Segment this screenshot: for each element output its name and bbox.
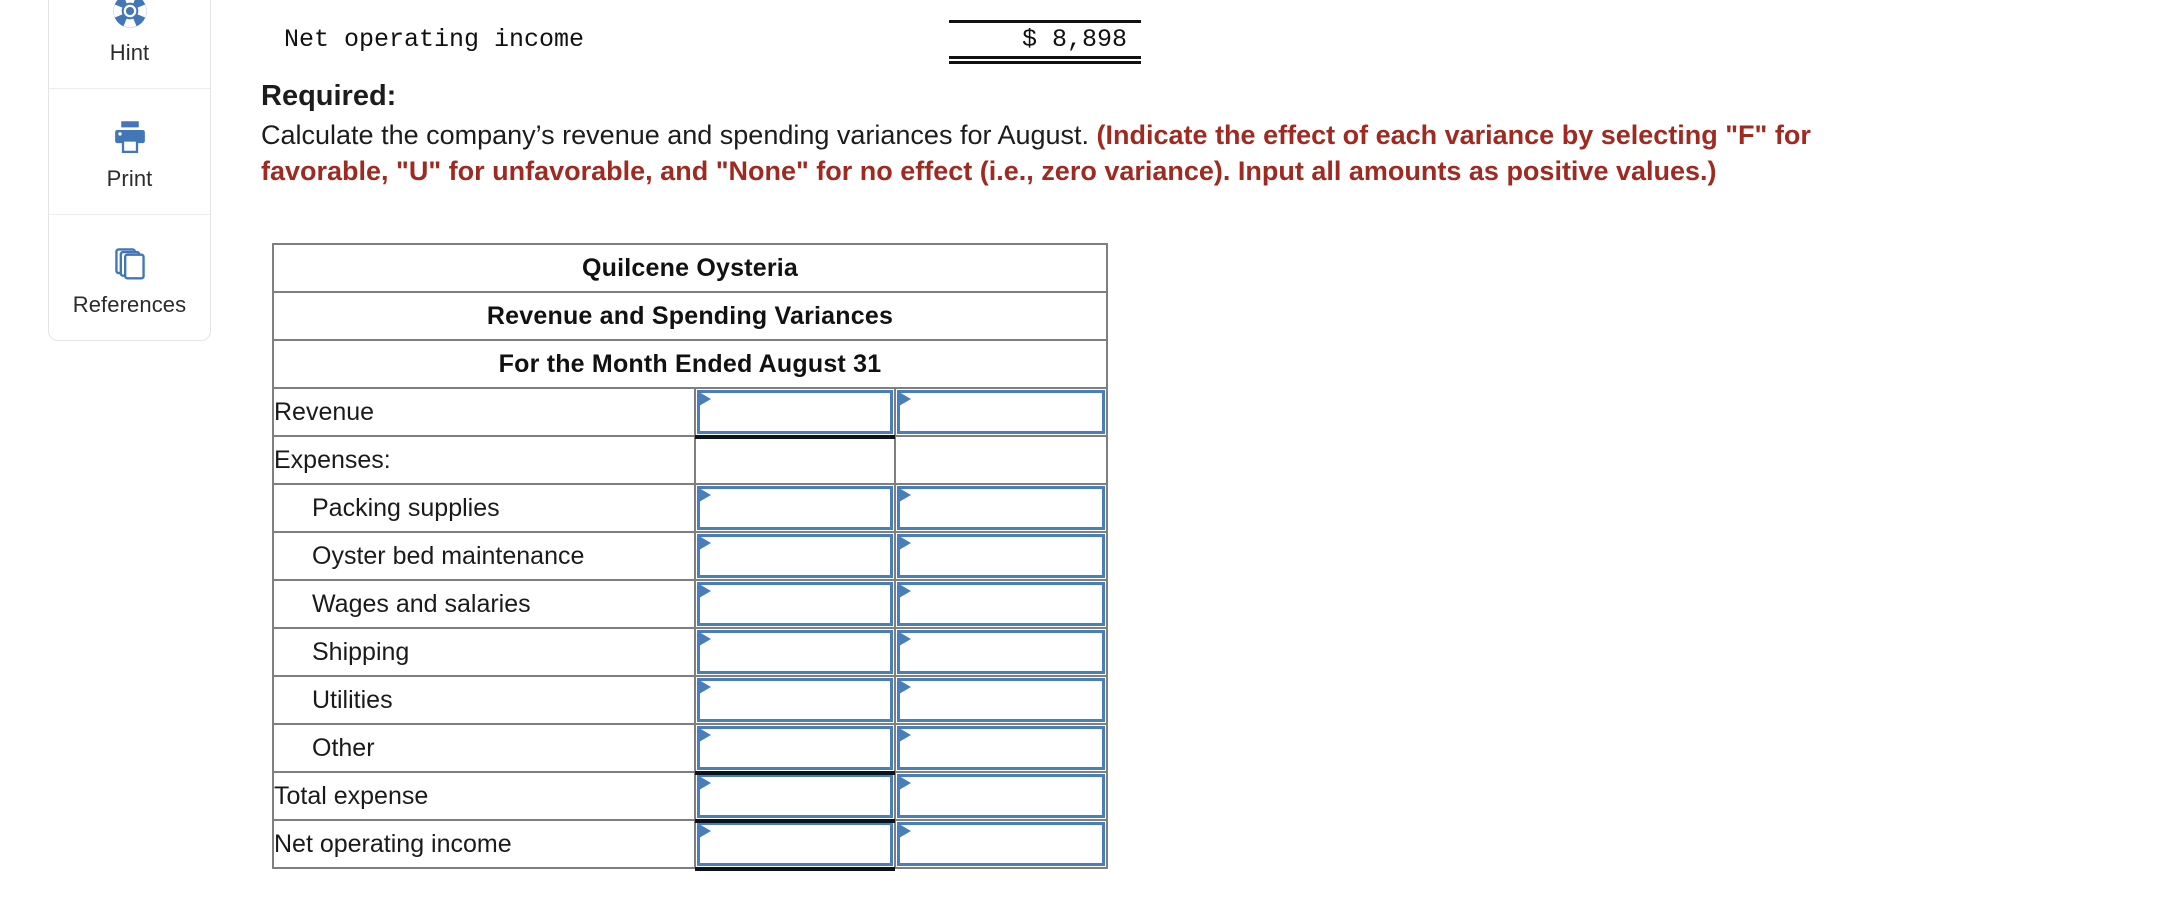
effect-input-cell-total-expense[interactable] — [894, 771, 1108, 821]
table-row: Wages and salaries — [272, 579, 1108, 629]
table-title-company: Quilcene Oysteria — [272, 243, 1108, 293]
table-row: Other — [272, 723, 1108, 776]
row-label-expenses: Expenses: — [272, 435, 696, 485]
required-instruction-line1: (Indicate the effect of each variance by… — [1096, 120, 1811, 151]
effect-cell-expenses-blank — [894, 435, 1108, 485]
required-heading: Required: — [261, 80, 397, 112]
lifebuoy-icon — [107, 0, 153, 34]
effect-input-wages-and-salaries[interactable] — [897, 582, 1105, 626]
effect-input-packing-supplies[interactable] — [897, 486, 1105, 530]
effect-input-net-operating-income[interactable] — [897, 822, 1105, 866]
table-row: Oyster bed maintenance — [272, 531, 1108, 581]
effect-input-other[interactable] — [897, 726, 1105, 770]
amount-input-total-expense[interactable] — [697, 774, 893, 818]
amount-input-other[interactable] — [697, 726, 893, 770]
row-label-shipping: Shipping — [272, 627, 696, 677]
copy-pages-icon — [107, 240, 153, 286]
effect-input-cell-wages-and-salaries[interactable] — [894, 579, 1108, 629]
statement-ghost-row: Total expense 45,102 — [262, 0, 1262, 18]
tool-item-label: Print — [106, 165, 153, 191]
amount-input-oyster-bed-maintenance[interactable] — [697, 534, 893, 578]
table-title-row-statement: Revenue and Spending Variances — [272, 291, 1108, 341]
amount-input-cell-oyster-bed-maintenance[interactable] — [694, 531, 896, 581]
effect-input-cell-other[interactable] — [894, 723, 1108, 773]
table-row: Expenses: — [272, 435, 1108, 485]
amount-input-wages-and-salaries[interactable] — [697, 582, 893, 626]
amount-input-utilities[interactable] — [697, 678, 893, 722]
effect-input-total-expense[interactable] — [897, 774, 1105, 818]
tool-item-print[interactable]: Print — [49, 89, 210, 215]
amount-cell-expenses-blank — [694, 435, 896, 485]
statement-row-label: Net operating income — [284, 24, 585, 54]
amount-input-cell-other[interactable] — [694, 723, 896, 776]
table-row: Shipping — [272, 627, 1108, 677]
required-sentence: Calculate the company’s revenue and spen… — [261, 120, 1090, 151]
row-label-oyster-bed-maintenance: Oyster bed maintenance — [272, 531, 696, 581]
effect-input-cell-packing-supplies[interactable] — [894, 483, 1108, 533]
effect-input-utilities[interactable] — [897, 678, 1105, 722]
amount-input-cell-wages-and-salaries[interactable] — [694, 579, 896, 629]
statement-row-amount: $ 8,898 — [1021, 24, 1127, 54]
amount-input-cell-utilities[interactable] — [694, 675, 896, 725]
effect-input-oyster-bed-maintenance[interactable] — [897, 534, 1105, 578]
answer-table-container: Quilcene Oysteria Revenue and Spending V… — [272, 243, 1108, 872]
required-instruction-line2: favorable, "U" for unfavorable, and "Non… — [261, 156, 1717, 187]
table-title-row-period: For the Month Ended August 31 — [272, 339, 1108, 389]
statement-fragment: Total expense 45,102 Net operating incom… — [262, 0, 1262, 64]
row-label-total-expense: Total expense — [272, 771, 696, 821]
tool-rail: Hint Print References — [48, 0, 211, 341]
amount-input-revenue[interactable] — [697, 390, 893, 434]
table-title-period: For the Month Ended August 31 — [272, 339, 1108, 389]
table-title-row-company: Quilcene Oysteria — [272, 243, 1108, 293]
required-block: Required: Calculate the company’s revenu… — [261, 78, 2141, 190]
amount-input-net-operating-income[interactable] — [697, 822, 893, 866]
printer-icon — [107, 114, 153, 160]
statement-net-operating-income-row: Net operating income $ 8,898 — [262, 18, 1262, 64]
tool-item-hint[interactable]: Hint — [49, 0, 210, 89]
amount-input-cell-revenue[interactable] — [694, 387, 896, 440]
effect-input-cell-revenue[interactable] — [894, 387, 1108, 437]
effect-input-cell-shipping[interactable] — [894, 627, 1108, 677]
table-title-statement: Revenue and Spending Variances — [272, 291, 1108, 341]
effect-input-cell-oyster-bed-maintenance[interactable] — [894, 531, 1108, 581]
amount-input-shipping[interactable] — [697, 630, 893, 674]
tool-item-label: Hint — [109, 39, 150, 65]
table-row: Total expense — [272, 771, 1108, 824]
row-label-other: Other — [272, 723, 696, 773]
row-label-utilities: Utilities — [272, 675, 696, 725]
effect-input-shipping[interactable] — [897, 630, 1105, 674]
row-label-wages-and-salaries: Wages and salaries — [272, 579, 696, 629]
table-row: Revenue — [272, 387, 1108, 440]
table-row: Net operating income — [272, 819, 1108, 872]
tool-item-references[interactable]: References — [49, 215, 210, 340]
double-underline-rule — [949, 56, 1141, 64]
effect-input-cell-utilities[interactable] — [894, 675, 1108, 725]
amount-input-cell-net-operating-income[interactable] — [694, 819, 896, 872]
table-row: Utilities — [272, 675, 1108, 725]
required-text: Calculate the company’s revenue and spen… — [261, 118, 2141, 190]
subtotal-rule — [949, 20, 1141, 23]
tool-item-label: References — [72, 291, 187, 317]
effect-input-revenue[interactable] — [897, 390, 1105, 434]
amount-input-cell-total-expense[interactable] — [694, 771, 896, 824]
table-body: Quilcene Oysteria Revenue and Spending V… — [272, 243, 1108, 872]
page-root: Hint Print References Net operating inco… — [0, 0, 2176, 922]
revenue-spending-variance-table: Quilcene Oysteria Revenue and Spending V… — [272, 243, 1108, 872]
amount-input-cell-packing-supplies[interactable] — [694, 483, 896, 533]
amount-input-packing-supplies[interactable] — [697, 486, 893, 530]
row-label-net-operating-income: Net operating income — [272, 819, 696, 869]
row-label-revenue: Revenue — [272, 387, 696, 437]
row-label-packing-supplies: Packing supplies — [272, 483, 696, 533]
amount-input-cell-shipping[interactable] — [694, 627, 896, 677]
table-row: Packing supplies — [272, 483, 1108, 533]
effect-input-cell-net-operating-income[interactable] — [894, 819, 1108, 869]
